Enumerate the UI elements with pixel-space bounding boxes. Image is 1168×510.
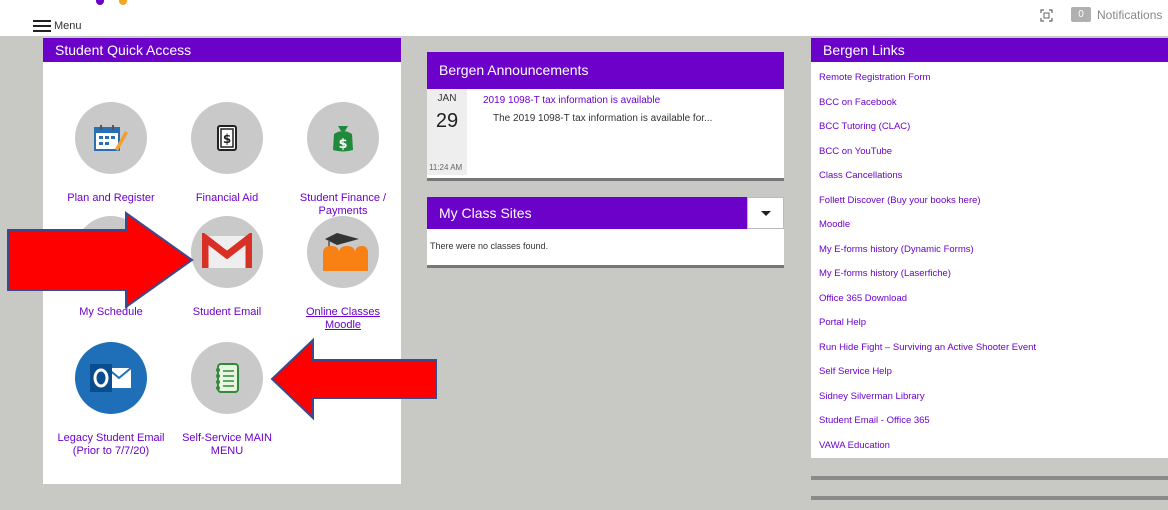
- link-item[interactable]: BCC on Facebook: [811, 87, 1168, 112]
- menu-button[interactable]: Menu: [33, 20, 82, 32]
- moodle-icon: [323, 233, 368, 271]
- calendar-icon: [94, 125, 128, 151]
- announcement-date: JAN 29 11:24 AM: [427, 89, 467, 175]
- link-item[interactable]: Moodle: [811, 209, 1168, 234]
- logo-fragment: [96, 0, 104, 5]
- tile-financial-aid[interactable]: $ Financial Aid: [172, 102, 282, 205]
- money-bag-icon: $: [333, 126, 353, 152]
- panel-title: Bergen Links: [811, 38, 1168, 62]
- link-item[interactable]: Run Hide Fight – Surviving an Active Sho…: [811, 332, 1168, 357]
- notifications-button[interactable]: 0 Notifications: [1071, 7, 1162, 22]
- tile-student-finance[interactable]: $ Student Finance / Payments: [288, 102, 398, 218]
- link-item[interactable]: Office 365 Download: [811, 283, 1168, 308]
- announcement-title-link[interactable]: 2019 1098-T tax information is available: [483, 95, 660, 106]
- link-item[interactable]: Follett Discover (Buy your books here): [811, 185, 1168, 210]
- link-item[interactable]: Student Email - Office 365: [811, 405, 1168, 430]
- link-item[interactable]: BCC Tutoring (CLAC): [811, 111, 1168, 136]
- panel-title: Student Quick Access: [43, 38, 401, 62]
- top-bar: Menu 0 Notifications: [0, 0, 1168, 36]
- announcement-day: 29: [435, 110, 459, 132]
- links-list: Remote Registration Form BCC on Facebook…: [811, 62, 1168, 454]
- tile-label: Online Classes Moodle: [306, 306, 380, 331]
- notebook-icon: [216, 363, 239, 393]
- divider: [811, 476, 1168, 480]
- link-item[interactable]: Remote Registration Form: [811, 62, 1168, 87]
- tile-self-service-main-menu[interactable]: Self-Service MAIN MENU: [172, 342, 282, 458]
- tile-legacy-student-email[interactable]: Legacy Student Email (Prior to 7/7/20): [56, 342, 166, 458]
- caret-down-icon: [760, 210, 771, 216]
- announcement-body: The 2019 1098-T tax information is avail…: [493, 113, 713, 124]
- annotation-arrow-left: [270, 337, 437, 421]
- money-document-icon: $: [217, 125, 237, 151]
- svg-text:$: $: [223, 132, 231, 146]
- link-item[interactable]: My E-forms history (Laserfiche): [811, 258, 1168, 283]
- panel-title: My Class Sites: [427, 197, 747, 229]
- svg-text:$: $: [338, 137, 347, 152]
- link-item[interactable]: Class Cancellations: [811, 160, 1168, 185]
- tile-label: Student Finance / Payments: [299, 192, 387, 217]
- panel-title: Bergen Announcements: [427, 52, 784, 89]
- fullscreen-icon[interactable]: [1040, 9, 1053, 22]
- tile-label: Self-Service MAIN MENU: [182, 432, 272, 457]
- divider: [811, 496, 1168, 500]
- tile-label: Legacy Student Email (Prior to 7/7/20): [57, 432, 165, 457]
- tile-plan-and-register[interactable]: Plan and Register: [56, 102, 166, 205]
- link-item[interactable]: Portal Help: [811, 307, 1168, 332]
- link-item[interactable]: VAWA Education: [811, 430, 1168, 455]
- notifications-count: 0: [1071, 7, 1091, 22]
- menu-label: Menu: [54, 20, 82, 32]
- class-sites-empty-message: There were no classes found.: [430, 241, 549, 251]
- hamburger-icon: [33, 20, 51, 32]
- class-sites-dropdown-button[interactable]: [747, 197, 784, 229]
- tile-online-classes-moodle[interactable]: Online Classes Moodle: [288, 216, 398, 332]
- annotation-arrow-right: [7, 211, 194, 309]
- notifications-label: Notifications: [1097, 7, 1163, 22]
- announcements-panel: Bergen Announcements JAN 29 11:24 AM 201…: [427, 52, 784, 181]
- tile-label: Plan and Register: [67, 192, 155, 204]
- link-item[interactable]: BCC on YouTube: [811, 136, 1168, 161]
- announcement-month: JAN: [437, 93, 457, 104]
- announcement-time: 11:24 AM: [429, 163, 463, 172]
- links-panel: Bergen Links Remote Registration Form BC…: [811, 38, 1168, 458]
- tile-label: Financial Aid: [195, 192, 259, 204]
- outlook-icon: [90, 364, 132, 392]
- gmail-icon: [202, 233, 252, 268]
- logo-fragment: [119, 0, 127, 5]
- link-item[interactable]: My E-forms history (Dynamic Forms): [811, 234, 1168, 259]
- link-item[interactable]: Self Service Help: [811, 356, 1168, 381]
- class-sites-panel: My Class Sites There were no classes fou…: [427, 197, 784, 268]
- link-item[interactable]: Sidney Silverman Library: [811, 381, 1168, 406]
